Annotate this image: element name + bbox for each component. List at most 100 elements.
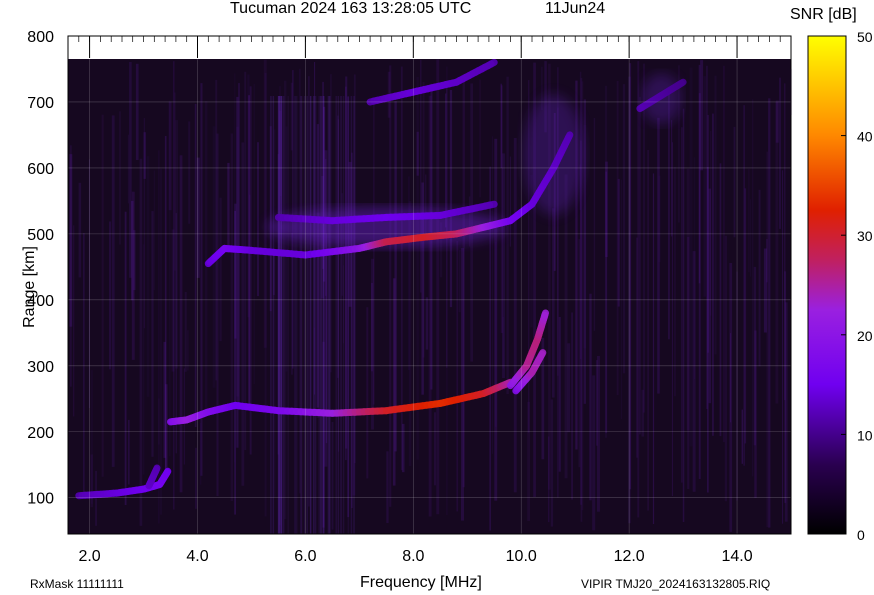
interference-line <box>329 96 331 534</box>
noise-streak <box>146 156 150 397</box>
trace-segment <box>163 467 172 476</box>
colorbar-tick-label: 40 <box>857 129 873 145</box>
noise-streak <box>456 241 459 512</box>
noise-streak <box>257 142 259 297</box>
noise-streak <box>513 138 517 493</box>
noise-streak <box>157 398 160 445</box>
noise-streak <box>420 59 422 293</box>
noise-streak <box>389 65 392 507</box>
noise-streak <box>748 168 750 273</box>
noise-streak <box>671 120 673 237</box>
noise-streak <box>620 179 623 419</box>
interference-line <box>306 96 308 534</box>
noise-streak <box>583 124 587 349</box>
noise-streak <box>244 71 247 451</box>
noise-streak <box>461 248 464 521</box>
noise-streak <box>604 85 608 438</box>
noise-streak <box>681 127 683 483</box>
y-tick-label: 300 <box>27 359 54 376</box>
noise-streak <box>234 203 237 339</box>
noise-streak <box>179 155 183 493</box>
noise-streak <box>425 297 429 350</box>
noise-streak <box>658 175 661 263</box>
data-gap <box>68 36 791 59</box>
interference-line <box>295 96 298 534</box>
noise-streak <box>668 89 670 340</box>
noise-streak <box>187 330 189 371</box>
noise-streak <box>386 451 389 523</box>
noise-streak <box>744 188 747 444</box>
noise-streak <box>578 239 581 468</box>
noise-streak <box>494 138 498 501</box>
noise-streak <box>119 111 121 245</box>
noise-streak <box>592 375 596 531</box>
rx-mask-label: RxMask 11111111 <box>30 577 124 591</box>
noise-streak <box>308 76 310 507</box>
ionogram-chart: 2.0 4.0 6.0 8.0 10.0 12.0 14.0 100200300400500… <box>27 29 873 565</box>
noise-streak <box>741 409 743 464</box>
trace-segment <box>486 200 498 209</box>
noise-streak <box>730 333 732 423</box>
noise-streak <box>73 225 75 417</box>
noise-streak <box>768 98 771 528</box>
noise-streak <box>151 211 154 457</box>
noise-streak <box>127 134 129 204</box>
noise-streak <box>689 67 693 447</box>
noise-streak <box>153 170 156 291</box>
noise-streak <box>129 62 132 278</box>
x-axis-ticks: 2.0 4.0 6.0 8.0 10.0 12.0 14.0 <box>78 548 752 565</box>
y-tick-label: 700 <box>27 95 54 112</box>
noise-streak <box>241 142 245 486</box>
noise-streak <box>434 412 436 486</box>
noise-streak <box>758 189 761 367</box>
noise-streak <box>171 229 175 372</box>
noise-streak <box>285 126 288 372</box>
noise-streak <box>70 145 72 387</box>
noise-streak <box>195 447 197 509</box>
interference-line <box>327 96 330 534</box>
noise-streak <box>637 61 640 518</box>
colorbar-tick-label: 30 <box>857 228 873 244</box>
noise-streak <box>160 168 163 515</box>
x-tick-label: 4.0 <box>186 548 208 565</box>
noise-streak <box>135 63 139 160</box>
noise-streak <box>698 64 701 284</box>
interference-line <box>313 96 315 534</box>
colorbar-tick-label: 10 <box>857 427 873 443</box>
noise-streak <box>95 470 97 526</box>
noise-streak <box>779 77 781 229</box>
x-tick-label: 2.0 <box>78 548 100 565</box>
noise-streak <box>227 162 230 253</box>
interference-line <box>347 96 350 534</box>
noise-streak <box>639 97 641 435</box>
interference-line <box>342 96 345 534</box>
noise-streak <box>188 121 191 224</box>
interference-line <box>280 96 282 534</box>
interference-line <box>353 96 355 534</box>
noise-streak <box>589 293 592 501</box>
x-axis-label: Frequency [MHz] <box>360 574 482 591</box>
noise-streak <box>392 278 396 486</box>
trace-segment <box>541 309 549 319</box>
noise-streak <box>723 65 725 443</box>
noise-streak <box>436 59 440 515</box>
noise-streak <box>101 114 104 477</box>
noise-streak <box>763 248 767 333</box>
noise-streak <box>184 292 187 372</box>
noise-streak <box>345 86 347 461</box>
interference-line <box>322 96 324 534</box>
interference-line <box>340 96 342 534</box>
noise-streak <box>753 266 757 446</box>
interference-line <box>337 96 340 534</box>
noise-streak <box>775 100 779 143</box>
noise-streak <box>205 101 208 414</box>
noise-streak <box>90 370 93 504</box>
noise-streak <box>449 90 453 308</box>
noise-streak <box>200 422 202 485</box>
y-tick-label: 100 <box>27 491 54 508</box>
noise-streak <box>506 76 509 394</box>
noise-streak <box>492 136 493 454</box>
noise-streak <box>139 158 143 526</box>
interference-line <box>287 96 289 534</box>
noise-streak <box>617 178 620 307</box>
